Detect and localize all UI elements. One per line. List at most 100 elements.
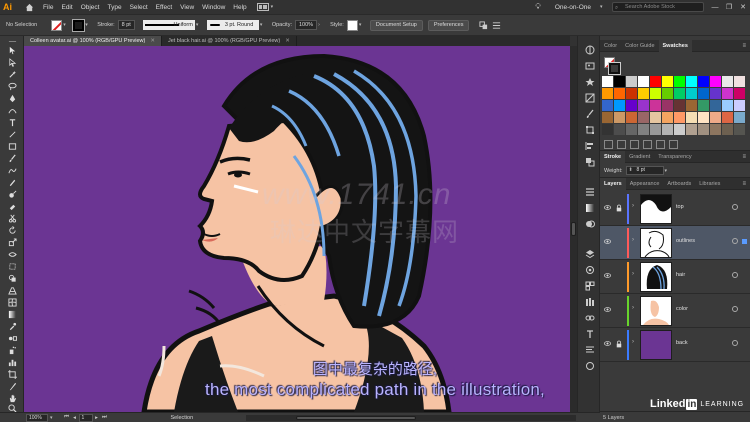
stroke-color-swatch[interactable] [72,18,86,32]
target-circle-icon[interactable] [732,204,738,210]
width-tool-icon[interactable] [5,250,19,259]
layer-row-outlines[interactable]: › outlines [600,226,750,260]
layer-name[interactable]: hair [676,272,685,278]
menu-effect[interactable]: Effect [156,4,173,11]
new-swatch-icon[interactable] [656,139,665,149]
color-swatch[interactable] [734,124,745,135]
tab-colleen-avatar[interactable]: Colleen avatar.ai @ 100% (RGB/GPU Previe… [24,36,162,46]
lasso-tool-icon[interactable] [5,82,19,91]
stroke-weight-field[interactable]: 8 pt [117,20,135,30]
line-segment-tool-icon[interactable] [5,130,19,139]
color-swatch[interactable] [662,88,673,99]
stroke-swatch[interactable] [608,62,621,75]
tab-appearance[interactable]: Appearance [626,178,664,190]
style-dropdown-icon[interactable]: ▾ [359,22,365,28]
zoom-dropdown-icon[interactable]: ▾ [50,415,53,421]
image-trace-icon[interactable] [584,60,595,71]
color-swatch[interactable] [638,124,649,135]
arrange-dropdown-icon[interactable]: ▾ [271,4,277,10]
layer-name[interactable]: outlines [676,238,695,244]
artboard-number-field[interactable]: 1 [78,413,93,422]
horizontal-scrollbar[interactable] [246,415,576,421]
color-swatch[interactable] [698,124,709,135]
libraries-panel-icon[interactable] [584,296,595,307]
tab-stroke[interactable]: Stroke [600,150,626,163]
character-panel-icon[interactable] [584,328,595,339]
tab-color[interactable]: Color [600,40,621,52]
menu-object[interactable]: Object [81,4,100,11]
type-tool-icon[interactable] [5,118,19,127]
shape-builder-tool-icon[interactable] [5,274,19,283]
color-swatch[interactable] [662,100,673,111]
color-swatch[interactable] [734,88,745,99]
scrollbar-thumb[interactable] [296,416,416,420]
color-swatch[interactable] [698,112,709,123]
color-swatch[interactable] [674,124,685,135]
links-panel-icon[interactable] [584,312,595,323]
color-swatch[interactable] [674,112,685,123]
last-artboard-icon[interactable]: ⏭︎ [101,414,109,421]
tab-color-guide[interactable]: Color Guide [621,40,658,52]
tab-libraries[interactable]: Libraries [695,178,724,190]
stock-search-input[interactable]: ⌕ Search Adobe Stock [612,2,704,12]
menu-file[interactable]: File [43,4,53,11]
color-swatch[interactable] [626,112,637,123]
brush-dropdown-icon[interactable]: ▾ [260,22,266,28]
close-tab-icon[interactable]: ✕ [285,38,290,44]
pencil-tool-icon[interactable] [5,178,19,187]
scale-tool-icon[interactable] [5,238,19,247]
color-swatch[interactable] [614,112,625,123]
color-swatch[interactable] [602,124,613,135]
color-swatch[interactable] [674,88,685,99]
eyedropper-tool-icon[interactable] [5,322,19,331]
color-swatch[interactable] [650,88,661,99]
lock-icon[interactable] [616,204,622,212]
swatch-options-icon[interactable] [630,139,639,149]
color-swatch[interactable] [602,76,613,87]
menu-window[interactable]: Window [202,4,225,11]
color-swatch[interactable] [710,112,721,123]
rotate-tool-icon[interactable] [5,226,19,235]
arrange-icon[interactable] [479,20,488,30]
artboards-panel-icon[interactable] [584,280,595,291]
symbols-icon[interactable] [584,76,595,87]
expand-arrow-icon[interactable]: › [632,339,634,345]
color-swatch[interactable] [686,124,697,135]
panel-menu-icon[interactable]: ≡ [742,151,746,163]
lock-toggle-empty[interactable] [616,272,622,280]
color-panel-icon[interactable] [584,44,595,55]
color-swatch[interactable] [722,88,733,99]
menu-help[interactable]: Help [233,4,246,11]
fill-color-swatch[interactable] [51,19,63,31]
blob-brush-tool-icon[interactable] [5,190,19,199]
color-swatch[interactable] [638,112,649,123]
color-swatch[interactable] [638,100,649,111]
scissors-tool-icon[interactable] [5,214,19,223]
color-swatch[interactable] [662,76,673,87]
color-swatch[interactable] [662,124,673,135]
tab-gradient[interactable]: Gradient [625,151,654,163]
expand-arrow-icon[interactable]: › [632,237,634,243]
layer-row-color[interactable]: › color [600,294,750,328]
minimize-button[interactable]: — [708,4,722,11]
lightbulb-icon[interactable]: 💡︎ [535,2,541,12]
stroke-profile-dropdown-icon[interactable]: ▾ [196,22,202,28]
color-swatch[interactable] [638,88,649,99]
weight-dropdown-icon[interactable]: ▾ [665,168,671,174]
menu-view[interactable]: View [180,4,194,11]
zoom-level-field[interactable]: 100% [26,413,48,422]
color-swatch[interactable] [674,76,685,87]
selection-indicator[interactable] [742,239,747,244]
color-swatch[interactable] [614,124,625,135]
visibility-eye-icon[interactable] [604,204,611,211]
direct-selection-tool-icon[interactable] [5,58,19,67]
layer-row-back[interactable]: › back [600,328,750,362]
color-swatch[interactable] [602,88,613,99]
weight-field[interactable]: 8 pt [625,166,664,175]
color-swatch[interactable] [710,124,721,135]
paragraph-panel-icon[interactable] [584,344,595,355]
color-swatch[interactable] [614,100,625,111]
color-swatch[interactable] [626,76,637,87]
color-swatch[interactable] [698,76,709,87]
graphic-style-swatch[interactable] [346,19,358,31]
